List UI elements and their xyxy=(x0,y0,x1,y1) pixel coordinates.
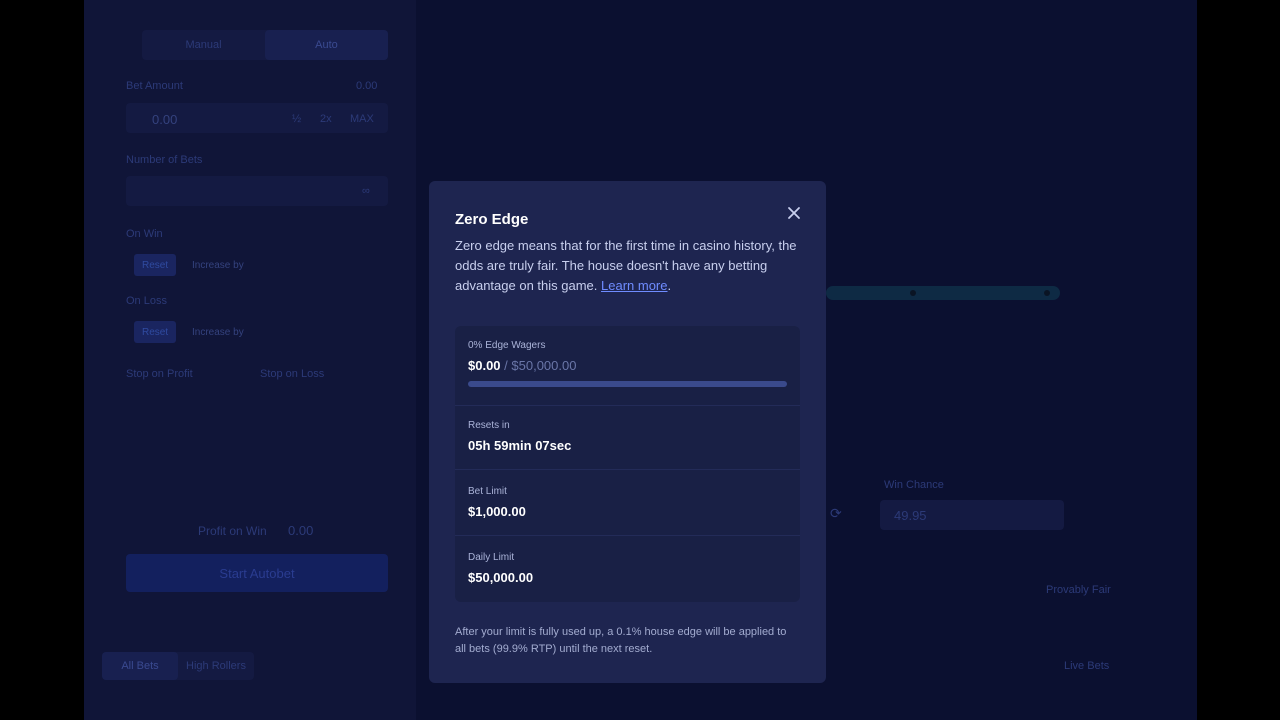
bet-limit-value: $1,000.00 xyxy=(468,504,526,519)
modal-description: Zero edge means that for the first time … xyxy=(455,238,797,293)
learn-more-link[interactable]: Learn more xyxy=(601,278,667,293)
close-button[interactable] xyxy=(784,203,804,223)
daily-limit-label: Daily Limit xyxy=(468,552,515,563)
resets-in-row: Resets in 05h 59min 07sec xyxy=(455,406,800,470)
zero-edge-modal: Zero Edge Zero edge means that for the f… xyxy=(429,181,826,683)
edge-wagers-value-line: $0.00 / $50,000.00 xyxy=(468,358,787,373)
resets-in-label: Resets in xyxy=(468,420,510,431)
daily-limit-value: $50,000.00 xyxy=(468,570,534,585)
modal-footnote: After your limit is fully used up, a 0.1… xyxy=(455,626,787,655)
bet-limit-label: Bet Limit xyxy=(468,486,507,497)
close-icon xyxy=(788,207,800,219)
edge-wagers-label: 0% Edge Wagers xyxy=(468,340,546,351)
edge-wagers-progress xyxy=(468,381,787,387)
resets-in-value: 05h 59min 07sec xyxy=(468,438,572,453)
stats-card: 0% Edge Wagers $0.00 / $50,000.00 Resets… xyxy=(455,326,800,602)
bet-limit-row: Bet Limit $1,000.00 xyxy=(455,470,800,536)
edge-wagers-value: $0.00 xyxy=(468,358,501,373)
modal-title: Zero Edge xyxy=(455,211,529,228)
edge-wagers-row: 0% Edge Wagers $0.00 / $50,000.00 xyxy=(455,326,800,406)
edge-wagers-limit: / $50,000.00 xyxy=(504,358,577,373)
daily-limit-row: Daily Limit $50,000.00 xyxy=(455,536,800,602)
